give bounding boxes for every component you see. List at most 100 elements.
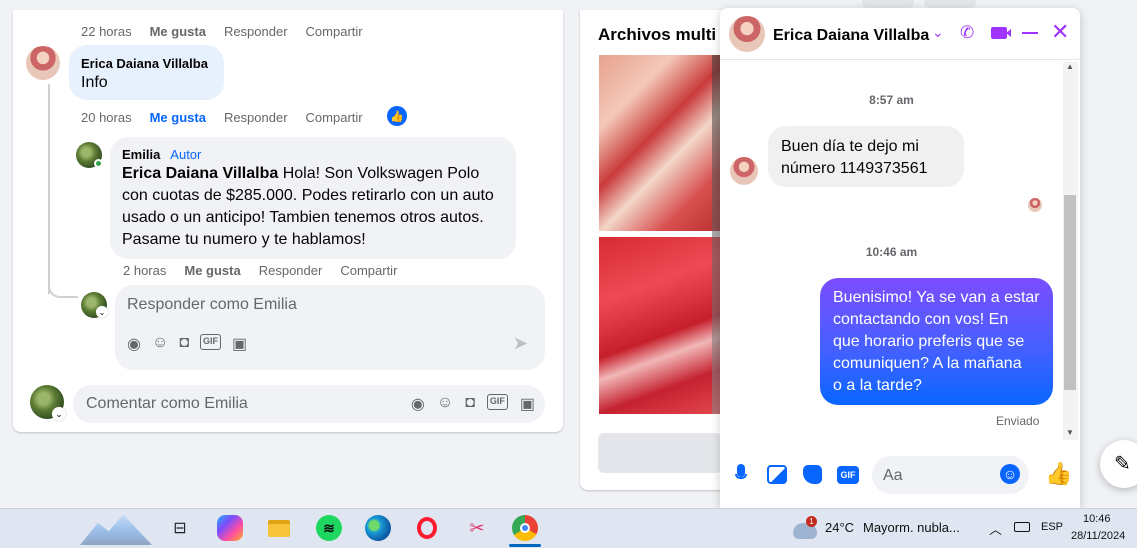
reply-bubble: Emilia Autor Erica Daiana Villalba Hola!… [110,137,516,259]
comment-text: Info [81,74,108,91]
share-link[interactable]: Compartir [306,24,363,39]
media-image[interactable] [599,237,720,414]
scrollbar-thumb[interactable] [1064,195,1076,390]
message-line: contactando con vos! En [833,311,1009,328]
camera-icon[interactable]: ◘ [179,334,189,354]
message-timestamp: 10:46 am [865,245,918,259]
gif-icon[interactable]: GIF [486,394,508,410]
message-line: Buenisimo! Ya se van a estar [833,289,1040,306]
like-link[interactable]: Me gusta [150,24,206,39]
thread-line [48,84,50,294]
menu-button[interactable] [924,0,976,8]
gif-icon[interactable]: GIF [199,334,221,350]
reply-line: con cuotas de $285.000. Podes retirarlo … [122,187,494,204]
chevron-down-icon[interactable]: ⌄ [52,407,66,421]
chevron-up-icon[interactable]: ︿ [989,519,1002,538]
spotify-icon[interactable]: ≋ [316,515,342,541]
task-view-icon[interactable]: ⊟ [167,515,193,541]
incoming-message: Buen día te dejo mi número 1149373561 [768,126,964,187]
file-explorer-icon[interactable] [266,515,292,541]
message-line: Buen día te dejo mi [781,138,919,155]
like-reaction-icon[interactable]: 👍 [387,106,407,126]
chrome-icon[interactable] [512,515,538,541]
reply-author[interactable]: Emilia [122,147,160,162]
avatar-sticker-icon[interactable]: ◉ [127,334,141,354]
clock-date[interactable]: 28/11/2024 [1071,530,1125,542]
reply-input-box[interactable]: Responder como Emilia ◉ ☺ ◘ GIF ▣ ➤ [115,285,545,370]
chevron-down-icon[interactable]: ⌄ [932,24,944,41]
share-link[interactable]: Compartir [340,263,397,278]
like-link[interactable]: Me gusta [184,263,240,278]
emoji-icon[interactable]: ☺ [1000,464,1020,484]
snipping-tool-icon[interactable]: ✂ [464,515,490,541]
message-status: Enviado [996,414,1040,428]
seen-avatar [1028,198,1042,212]
reply-meta: 2 horas Me gusta Responder Compartir [123,263,397,278]
phone-icon[interactable]: ✆ [960,23,974,43]
mention-link[interactable]: Erica Daiana Villalba [122,165,278,182]
emoji-icon[interactable]: ☺ [152,334,168,354]
online-indicator-icon [94,159,103,168]
comment-author[interactable]: Erica Daiana Villalba [81,56,212,71]
chat-avatar[interactable] [729,16,765,52]
camera-icon[interactable]: ◘ [465,394,475,414]
reply-input[interactable]: Responder como Emilia [127,296,297,314]
new-message-button[interactable]: ✎ [1100,440,1137,488]
compose-icon: ✎ [1114,453,1131,475]
copilot-icon[interactable] [217,515,243,541]
image-icon[interactable] [767,465,787,484]
comment-meta: 20 horas Me gusta Responder Compartir [81,110,363,125]
sticker-icon[interactable]: ▣ [232,334,247,354]
weather-badge: 1 [806,516,817,527]
clock-time[interactable]: 10:46 [1083,513,1111,525]
opera-icon[interactable] [414,515,440,541]
chevron-down-icon[interactable]: ⌄ [96,306,108,318]
scroll-up-arrow[interactable]: ▲ [1066,62,1074,71]
sticker-icon[interactable]: ▣ [520,394,535,414]
message-timestamp: 8:57 am [869,93,914,107]
send-icon[interactable]: ➤ [513,333,528,354]
reply-link[interactable]: Responder [259,263,323,278]
media-title: Archivos multi [598,25,717,44]
gif-icon[interactable]: GIF [837,466,859,484]
minimize-icon[interactable] [1022,32,1038,34]
close-icon[interactable]: ✕ [1051,20,1069,44]
comment-time: 20 horas [81,110,132,125]
comment-time: 2 horas [123,263,167,278]
comment-top-meta: 22 horas Me gusta Responder Compartir [81,24,363,39]
message-line: comuniquen? A la mañana [833,355,1022,372]
like-link[interactable]: Me gusta [150,110,206,125]
sender-avatar[interactable] [730,157,758,185]
reply-link[interactable]: Responder [224,110,288,125]
thumbs-up-icon[interactable]: 👍 [1045,461,1072,487]
reply-line: usado o un anticipo! Tambien tenemos otr… [122,209,484,226]
media-image[interactable] [599,55,720,231]
weather-text[interactable]: Mayorm. nubla... [863,520,960,535]
active-app-indicator [509,544,541,547]
media-more-button[interactable] [598,433,722,473]
edge-icon[interactable] [365,515,391,541]
sticker-icon[interactable] [803,465,822,484]
comment-input-box[interactable]: Comentar como Emilia ◉ ☺ ◘ GIF ▣ [73,385,545,423]
search-button[interactable] [862,0,914,8]
avatar-sticker-icon[interactable]: ◉ [411,394,425,414]
message-line: que horario preferis que se [833,333,1025,350]
chat-name[interactable]: Erica Daiana Villalba [773,27,929,45]
weather-temp[interactable]: 24°C [825,520,854,535]
video-icon-lens [1006,29,1011,37]
reply-text: Erica Daiana Villalba Hola! Son Volkswag… [122,163,504,251]
comment-time: 22 horas [81,24,132,39]
language-indicator[interactable]: ESP [1041,521,1063,533]
battery-icon[interactable] [1014,522,1030,532]
emoji-icon[interactable]: ☺ [437,394,453,414]
comment-input[interactable]: Comentar como Emilia [86,395,248,413]
avatar[interactable] [26,46,60,80]
share-link[interactable]: Compartir [306,110,363,125]
message-line: número 1149373561 [781,160,928,177]
reply-link[interactable]: Responder [224,24,288,39]
scroll-down-arrow[interactable]: ▼ [1066,428,1074,437]
video-icon[interactable] [991,27,1007,39]
thread-curve [48,280,78,298]
microphone-icon[interactable] [734,464,748,486]
message-input[interactable]: Aa ☺ [872,456,1029,494]
